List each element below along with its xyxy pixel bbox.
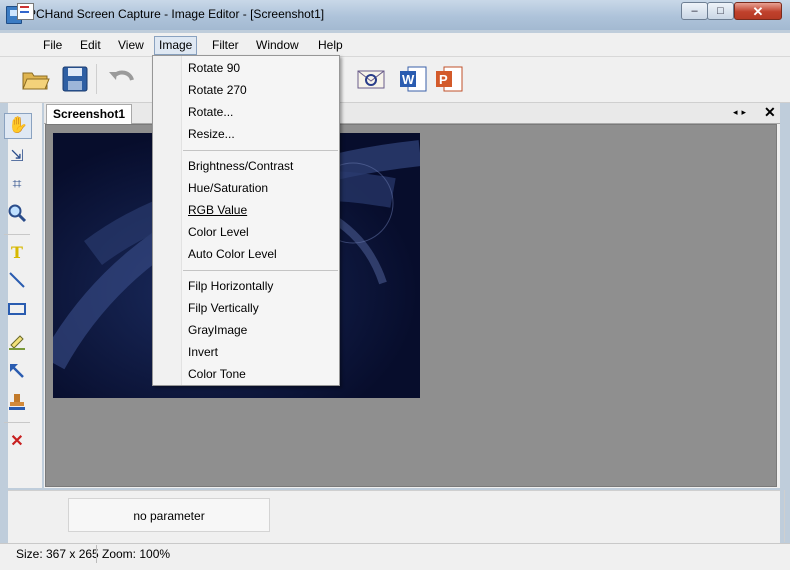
menu-filter[interactable]: Filter <box>209 38 242 52</box>
svg-text:W: W <box>402 72 415 87</box>
maximize-button[interactable]: □ <box>707 2 734 20</box>
menu-view[interactable]: View <box>115 38 147 52</box>
tab-scroll-arrows[interactable]: ◂▸ <box>733 107 750 118</box>
hand-icon[interactable]: ✋ <box>4 113 32 139</box>
line-icon[interactable] <box>4 271 30 295</box>
menu-item-flip-vertically[interactable]: Filp Vertically <box>188 301 259 315</box>
window-title: PCHand Screen Capture - Image Editor - [… <box>28 7 325 21</box>
menu-item-resize[interactable]: Resize... <box>188 127 235 141</box>
tool-separator <box>4 234 30 235</box>
toolbar-separator <box>96 64 97 94</box>
menu-item-auto-color-level[interactable]: Auto Color Level <box>188 247 277 261</box>
menu-gutter <box>153 56 182 385</box>
undo-icon[interactable] <box>106 64 136 94</box>
minimize-button[interactable]: – <box>681 2 708 20</box>
save-disk-icon[interactable] <box>60 64 90 94</box>
menu-item-rotate-270[interactable]: Rotate 270 <box>188 83 247 97</box>
select-move-icon[interactable]: ⇲ <box>4 145 30 169</box>
menu-item-color-tone[interactable]: Color Tone <box>188 367 246 381</box>
zoom-icon[interactable] <box>4 203 30 227</box>
status-size: Size: 367 x 265 <box>16 547 99 561</box>
menu-item-rotate[interactable]: Rotate... <box>188 105 233 119</box>
close-tab-icon[interactable]: ✕ <box>764 104 776 121</box>
menu-item-hue-saturation[interactable]: Hue/Saturation <box>188 181 268 195</box>
delete-icon[interactable]: ✕ <box>4 430 30 454</box>
svg-text:P: P <box>439 72 448 87</box>
rectangle-icon[interactable] <box>4 301 30 325</box>
powerpoint-icon[interactable]: P <box>434 64 464 94</box>
menu-item-grayimage[interactable]: GrayImage <box>188 323 247 337</box>
menu-edit[interactable]: Edit <box>77 38 104 52</box>
stamp-icon[interactable] <box>4 392 30 416</box>
menu-file[interactable]: File <box>40 38 65 52</box>
arrow-icon[interactable] <box>4 362 30 386</box>
tab-screenshot1[interactable]: Screenshot1 <box>46 104 133 124</box>
menu-help[interactable]: Help <box>315 38 346 52</box>
open-folder-icon[interactable] <box>20 64 50 94</box>
menu-item-invert[interactable]: Invert <box>188 345 218 359</box>
panel-divider <box>784 490 785 542</box>
status-zoom: Zoom: 100% <box>102 547 171 561</box>
close-window-button[interactable]: ✕ <box>734 2 782 20</box>
highlighter-icon[interactable] <box>4 331 30 355</box>
menu-item-rgb-value[interactable]: RGB Value <box>188 203 247 217</box>
menu-image[interactable]: Image <box>154 36 198 55</box>
menu-item-brightness-contrast[interactable]: Brightness/Contrast <box>188 159 293 173</box>
menu-window[interactable]: Window <box>253 38 302 52</box>
menu-item-rotate-90[interactable]: Rotate 90 <box>188 61 240 75</box>
menu-separator <box>183 270 338 271</box>
crop-icon[interactable]: ⌗ <box>4 173 30 197</box>
text-icon[interactable]: T <box>4 241 30 265</box>
menu-separator <box>183 150 338 151</box>
menu-item-flip-horizontally[interactable]: Filp Horizontally <box>188 279 273 293</box>
parameter-box: no parameter <box>68 498 270 532</box>
email-icon[interactable] <box>356 64 386 94</box>
status-divider <box>96 545 97 563</box>
word-icon[interactable]: W <box>398 64 428 94</box>
tool-separator <box>4 422 30 423</box>
document-menu-icon[interactable] <box>17 3 34 20</box>
menu-item-color-level[interactable]: Color Level <box>188 225 249 239</box>
